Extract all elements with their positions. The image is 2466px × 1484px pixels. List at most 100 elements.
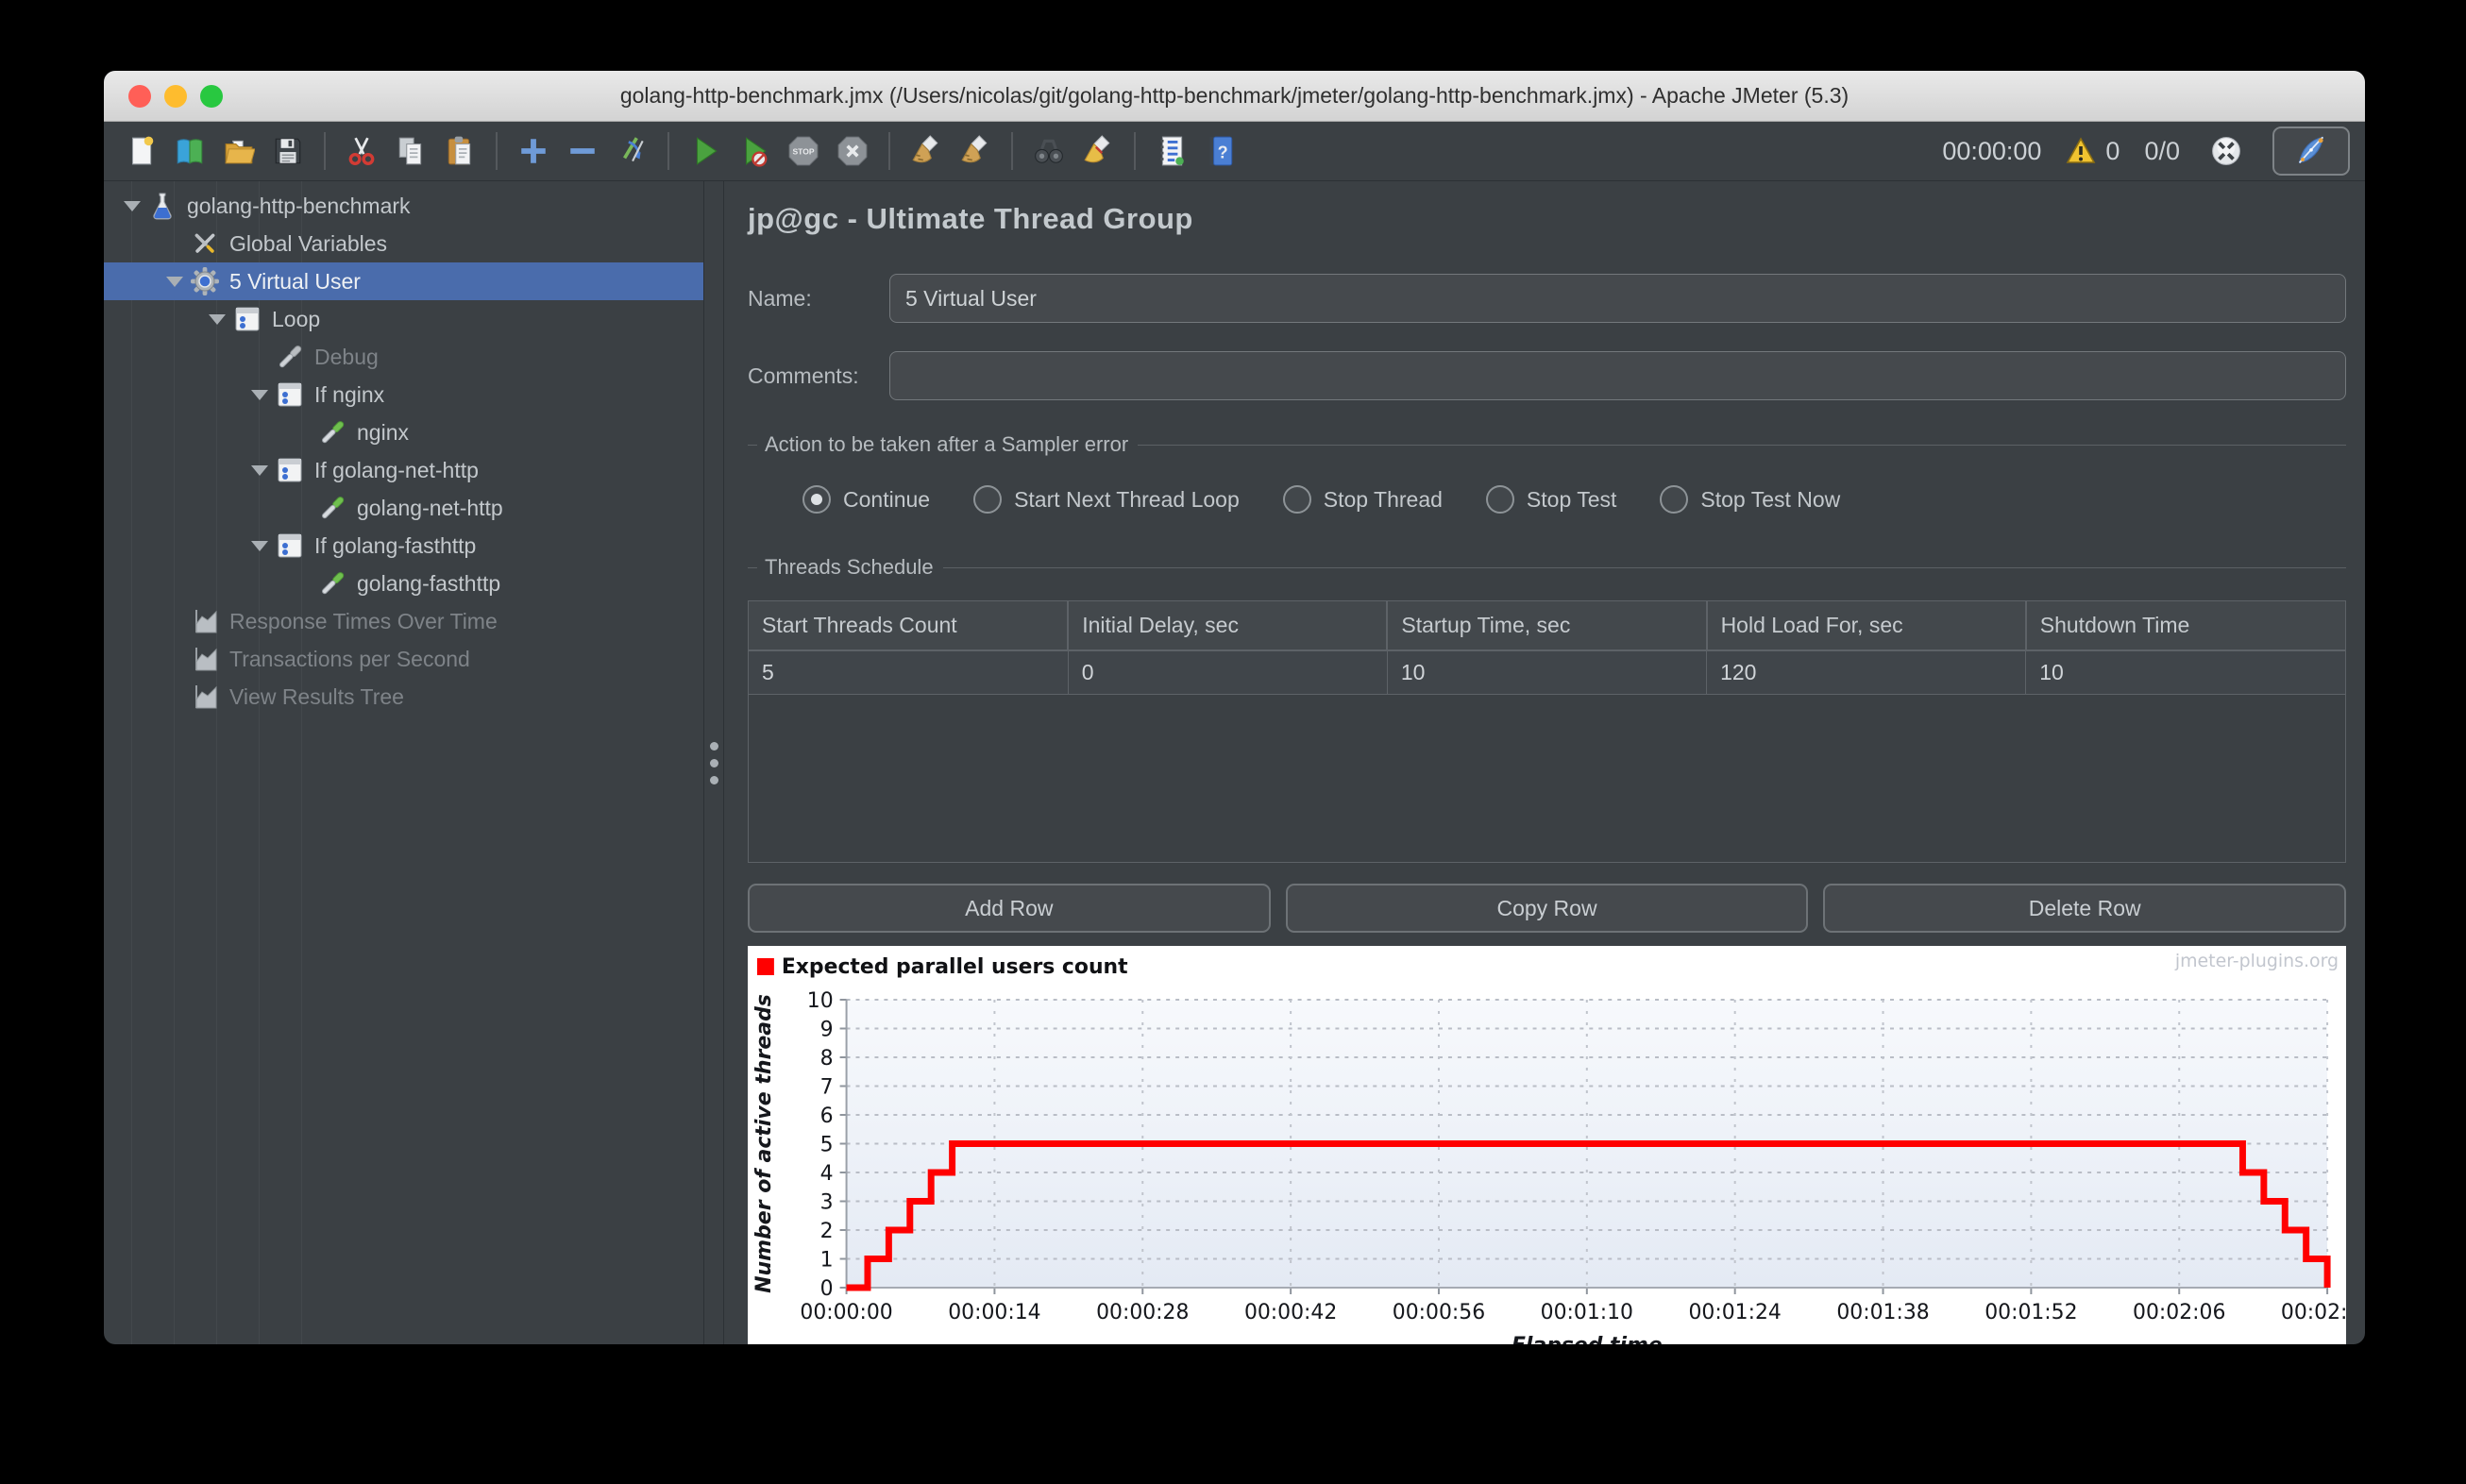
- cell-hold-load-for[interactable]: 120: [1706, 650, 2026, 695]
- thread-group-panel: jp@gc - Ultimate Thread Group Name: Comm…: [724, 181, 2365, 1344]
- expand-all-button[interactable]: [512, 129, 555, 173]
- apache-feather-logo-button[interactable]: [2272, 126, 2350, 176]
- minus-icon: [566, 135, 599, 167]
- arrow-spacer: [160, 225, 190, 262]
- cut-button[interactable]: [340, 129, 383, 173]
- expand-arrow-icon[interactable]: [245, 527, 275, 565]
- tree-item-if-golang-net-http[interactable]: If golang-net-http: [104, 451, 703, 489]
- templates-button[interactable]: [168, 129, 211, 173]
- name-label: Name:: [748, 285, 812, 311]
- log-errors-indicator[interactable]: 0: [2066, 136, 2120, 166]
- svg-text:00:00:00: 00:00:00: [800, 1301, 892, 1324]
- shutdown-button[interactable]: [831, 129, 874, 173]
- radio-dot-icon: [1485, 485, 1514, 514]
- title-bar[interactable]: golang-http-benchmark.jmx (/Users/nicola…: [104, 71, 2365, 122]
- clear-button[interactable]: [904, 129, 948, 173]
- tree-item-if-nginx[interactable]: If nginx: [104, 376, 703, 413]
- cell-start-threads-count[interactable]: 5: [749, 650, 1069, 695]
- toolbar-separator: [1011, 132, 1013, 170]
- svg-text:00:00:28: 00:00:28: [1096, 1301, 1189, 1324]
- radio-stop-test[interactable]: Stop Test: [1485, 485, 1616, 514]
- jmeter-window: golang-http-benchmark.jmx (/Users/nicola…: [104, 71, 2365, 1344]
- expand-arrow-icon[interactable]: [245, 376, 275, 413]
- radio-stop-thread[interactable]: Stop Thread: [1282, 485, 1443, 514]
- svg-text:00:01:10: 00:01:10: [1541, 1301, 1633, 1324]
- sampler-dropper-icon: [317, 568, 347, 599]
- cell-startup-time[interactable]: 10: [1386, 650, 1707, 695]
- broom-all-icon: [959, 135, 991, 167]
- tree-item-debug-sampler[interactable]: Debug: [104, 338, 703, 376]
- stop-button[interactable]: [782, 129, 825, 173]
- comments-label: Comments:: [748, 363, 859, 388]
- clear-all-button[interactable]: [954, 129, 997, 173]
- col-startup-time[interactable]: Startup Time, sec: [1386, 601, 1707, 651]
- plus-icon: [517, 135, 549, 167]
- svg-text:1: 1: [820, 1248, 834, 1272]
- tree-item-global-variables[interactable]: Global Variables: [104, 225, 703, 262]
- toolbar-separator: [496, 132, 498, 170]
- open-file-button[interactable]: [217, 129, 261, 173]
- svg-text:00:02:20: 00:02:20: [2281, 1301, 2346, 1324]
- tree-item-golang-net-http-sampler[interactable]: golang-net-http: [104, 489, 703, 527]
- clear-search-button[interactable]: [1076, 129, 1120, 173]
- search-button[interactable]: [1027, 129, 1071, 173]
- apache-feather-icon: [2294, 134, 2328, 168]
- start-button[interactable]: [684, 129, 727, 173]
- cell-shutdown-time[interactable]: 10: [2025, 650, 2345, 695]
- start-no-pauses-icon: [738, 135, 770, 167]
- arrow-spacer: [287, 565, 317, 602]
- svg-text:Elapsed time: Elapsed time: [1512, 1334, 1663, 1344]
- minimize-button[interactable]: [164, 84, 187, 108]
- templates-icon: [174, 135, 206, 167]
- add-row-button[interactable]: Add Row: [748, 884, 1271, 933]
- name-input[interactable]: [889, 274, 2346, 323]
- col-start-threads-count[interactable]: Start Threads Count: [749, 601, 1069, 651]
- tree-item-golang-fasthttp-sampler[interactable]: golang-fasthttp: [104, 565, 703, 602]
- tree-item-test-plan[interactable]: golang-http-benchmark: [104, 187, 703, 225]
- tree-item-thread-group-selected[interactable]: 5 Virtual User: [104, 262, 703, 300]
- collapse-all-button[interactable]: [561, 129, 604, 173]
- elapsed-clock: 00:00:00: [1942, 136, 2042, 165]
- cell-initial-delay[interactable]: 0: [1067, 650, 1388, 695]
- copy-icon: [395, 135, 427, 167]
- delete-row-button[interactable]: Delete Row: [1823, 884, 2347, 933]
- new-file-button[interactable]: [119, 129, 162, 173]
- paste-button[interactable]: [438, 129, 481, 173]
- svg-text:00:00:42: 00:00:42: [1244, 1301, 1337, 1324]
- toggle-button[interactable]: [610, 129, 653, 173]
- new-file-icon: [125, 135, 157, 167]
- help-button[interactable]: [1199, 129, 1242, 173]
- svg-text:0: 0: [820, 1277, 834, 1301]
- zoom-button[interactable]: [200, 84, 223, 108]
- svg-text:Expected parallel users count: Expected parallel users count: [782, 955, 1128, 979]
- disabled-sampler-icon: [275, 342, 305, 372]
- tree-item-transactions-per-second[interactable]: Transactions per Second: [104, 640, 703, 678]
- start-no-pauses-button[interactable]: [733, 129, 776, 173]
- remote-start-button[interactable]: [2204, 129, 2248, 173]
- expand-arrow-icon[interactable]: [160, 262, 190, 300]
- tree-item-response-times-over-time[interactable]: Response Times Over Time: [104, 602, 703, 640]
- tree-item-nginx-sampler[interactable]: nginx: [104, 413, 703, 451]
- expand-arrow-icon[interactable]: [245, 451, 275, 489]
- comments-input[interactable]: [889, 351, 2346, 400]
- tree-item-loop-controller[interactable]: Loop: [104, 300, 703, 338]
- col-shutdown-time[interactable]: Shutdown Time: [2024, 601, 2345, 651]
- close-button[interactable]: [128, 84, 151, 108]
- expand-arrow-icon[interactable]: [202, 300, 232, 338]
- col-hold-load-for[interactable]: Hold Load For, sec: [1705, 601, 2026, 651]
- table-empty-area: [749, 695, 2345, 862]
- radio-stop-test-now[interactable]: Stop Test Now: [1660, 485, 1840, 514]
- tree-item-if-golang-fasthttp[interactable]: If golang-fasthttp: [104, 527, 703, 565]
- function-helper-button[interactable]: [1150, 129, 1193, 173]
- threads-schedule-table: Start Threads Count Initial Delay, sec S…: [748, 600, 2346, 863]
- copy-row-button[interactable]: Copy Row: [1285, 884, 1809, 933]
- radio-continue[interactable]: Continue: [802, 485, 930, 514]
- radio-start-next-thread-loop[interactable]: Start Next Thread Loop: [973, 485, 1240, 514]
- svg-text:00:00:14: 00:00:14: [948, 1301, 1040, 1324]
- expand-arrow-icon[interactable]: [117, 187, 147, 225]
- tree-item-view-results-tree[interactable]: View Results Tree: [104, 678, 703, 716]
- copy-button[interactable]: [389, 129, 432, 173]
- col-initial-delay[interactable]: Initial Delay, sec: [1067, 601, 1388, 651]
- save-button[interactable]: [266, 129, 310, 173]
- panel-splitter[interactable]: [703, 181, 724, 1344]
